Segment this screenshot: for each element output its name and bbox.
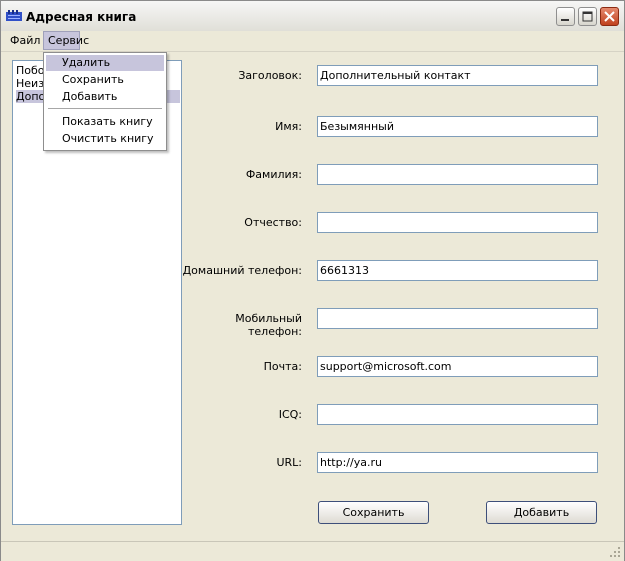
menu-service[interactable]: Сервис <box>43 31 89 50</box>
menu-item-show-book[interactable]: Показать книгу <box>46 114 164 130</box>
window-title: Адресная книга <box>26 10 137 24</box>
add-button[interactable]: Добавить <box>486 501 597 524</box>
main-window: Адресная книга Файл Сервис Побоч Неизв Д… <box>0 0 625 561</box>
app-icon <box>6 10 22 22</box>
mobile-phone-field[interactable] <box>317 308 598 329</box>
maximize-button[interactable] <box>578 7 597 26</box>
status-bar <box>1 541 624 561</box>
url-field[interactable]: http://ya.ru <box>317 452 598 473</box>
label-icq: ICQ: <box>278 408 302 421</box>
patronymic-field[interactable] <box>317 212 598 233</box>
label-surname: Фамилия: <box>245 168 302 181</box>
home-phone-field[interactable]: 6661313 <box>317 260 598 281</box>
menu-item-clear-book[interactable]: Очистить книгу <box>46 131 164 147</box>
menu-file[interactable]: Файл <box>5 31 45 50</box>
label-mobile-phone: Мобильный телефон: <box>235 312 302 338</box>
surname-field[interactable] <box>317 164 598 185</box>
label-title: Заголовок: <box>238 69 302 82</box>
resize-grip-icon[interactable] <box>609 546 621 558</box>
service-menu-dropdown: Удалить Сохранить Добавить Показать книг… <box>43 52 167 151</box>
save-button[interactable]: Сохранить <box>318 501 429 524</box>
name-field[interactable]: Безымянный <box>317 116 598 137</box>
label-patronymic: Отчество: <box>244 216 302 229</box>
minimize-icon <box>561 19 569 21</box>
email-field[interactable]: support@microsoft.com <box>317 356 598 377</box>
title-bar[interactable]: Адресная книга <box>1 1 624 32</box>
maximize-icon <box>582 11 593 22</box>
menu-item-add[interactable]: Добавить <box>46 89 164 105</box>
label-home-phone: Домашний телефон: <box>182 264 302 277</box>
close-icon <box>604 11 615 22</box>
close-button[interactable] <box>600 7 619 26</box>
menu-bar: Файл Сервис <box>1 31 624 52</box>
menu-separator <box>48 108 162 109</box>
title-field[interactable]: Дополнительный контакт <box>317 65 598 86</box>
label-url: URL: <box>276 456 302 469</box>
label-name: Имя: <box>275 120 302 133</box>
label-email: Почта: <box>263 360 302 373</box>
minimize-button[interactable] <box>556 7 575 26</box>
icq-field[interactable] <box>317 404 598 425</box>
menu-item-delete[interactable]: Удалить <box>46 55 164 71</box>
menu-item-save[interactable]: Сохранить <box>46 72 164 88</box>
